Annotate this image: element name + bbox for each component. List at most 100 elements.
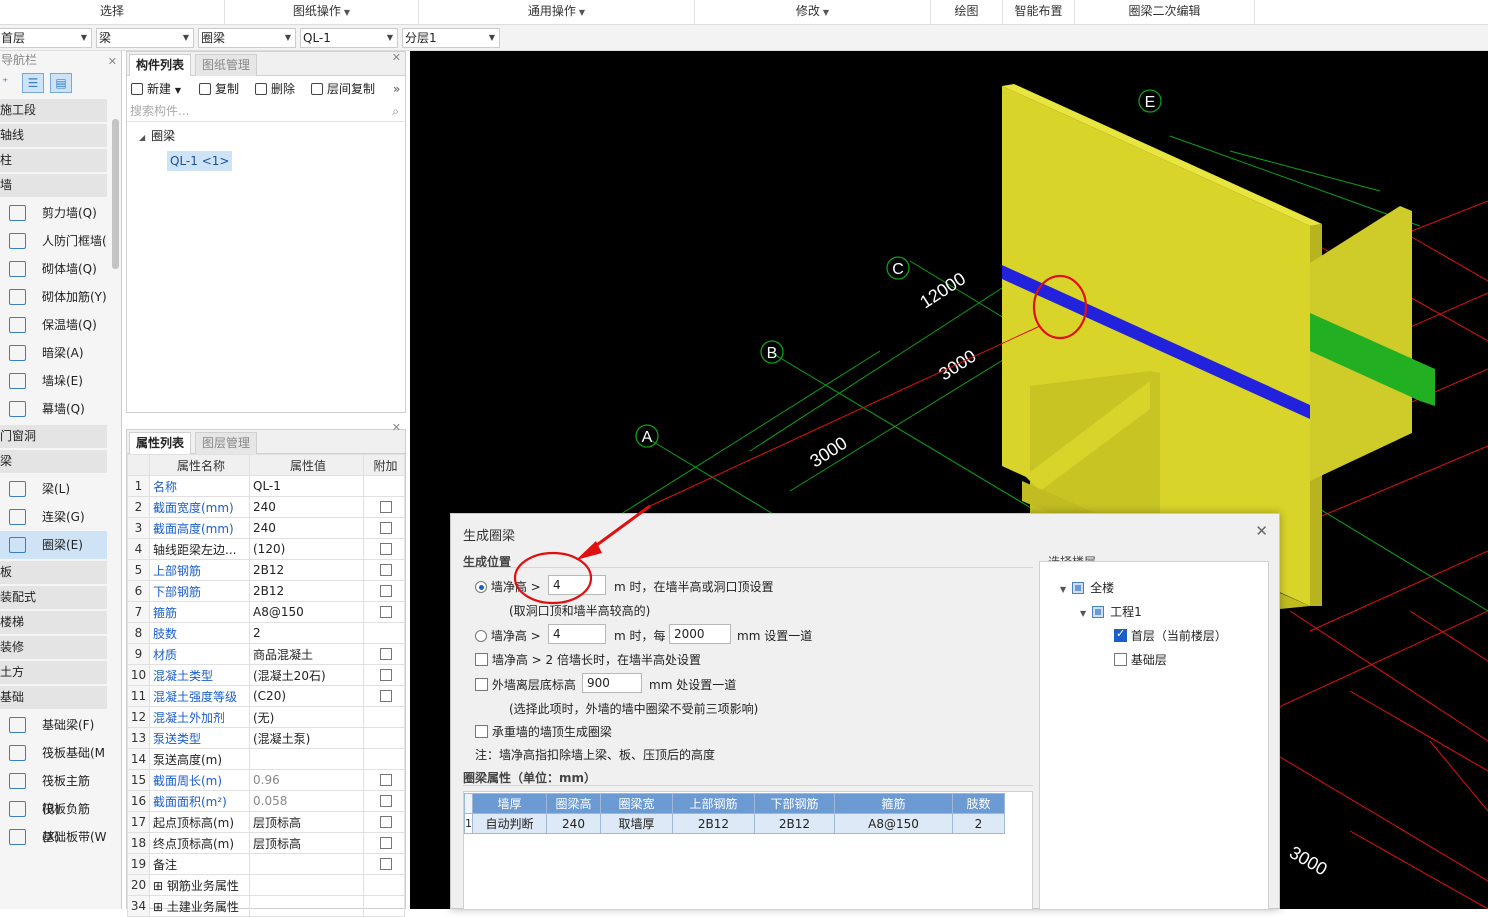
nav-item[interactable]: 基础梁(F)	[0, 711, 107, 739]
property-value[interactable]: A8@150	[249, 601, 364, 623]
nav-item[interactable]: 筏板主筋(R)	[0, 767, 107, 816]
extra-checkbox[interactable]	[379, 774, 392, 786]
beam-table-cell[interactable]: 2	[952, 813, 1005, 834]
layer-select[interactable]: 分层1 ▼	[402, 28, 500, 48]
extra-checkbox[interactable]	[379, 606, 392, 618]
nav-item[interactable]: 基础板带(W	[0, 823, 107, 851]
property-row[interactable]: 14 泵送高度(m)	[127, 748, 405, 770]
floor-tree-project[interactable]: ▼ 工程1	[1080, 603, 1142, 620]
floor-tree-first[interactable]: 首层（当前楼层）	[1114, 627, 1227, 644]
tree-root-beam[interactable]: ◢ 圈梁	[139, 127, 175, 144]
nav-category[interactable]: 装修	[0, 636, 107, 659]
property-row[interactable]: 20 ⊞ 钢筋业务属性	[127, 874, 405, 896]
property-row[interactable]: 1 名称 QL-1	[127, 475, 405, 497]
property-value[interactable]: (120)	[249, 538, 364, 560]
property-row[interactable]: 6 下部钢筋 2B12	[127, 580, 405, 602]
nav-item[interactable]: 暗梁(A)	[0, 339, 107, 367]
close-icon[interactable]: ✕	[108, 53, 117, 71]
property-row[interactable]: 2 截面宽度(mm) 240	[127, 496, 405, 518]
expand-plus-icon[interactable]: ⊞	[153, 879, 167, 893]
property-value[interactable]: 商品混凝土	[249, 643, 364, 665]
property-row[interactable]: 13 泵送类型 (混凝土泵)	[127, 727, 405, 749]
ribbon-drawing-ops[interactable]: 图纸操作 ▼	[225, 0, 419, 25]
nav-item[interactable]: 幕墙(Q)	[0, 395, 107, 423]
property-row[interactable]: 34 ⊞ 土建业务属性	[127, 895, 405, 917]
floor-tree-base[interactable]: 基础层	[1114, 651, 1167, 668]
property-row[interactable]: 7 箍筋 A8@150	[127, 601, 405, 623]
extra-checkbox[interactable]	[379, 690, 392, 702]
property-row[interactable]: 15 截面周长(m) 0.96	[127, 769, 405, 791]
extra-checkbox[interactable]	[379, 858, 392, 870]
ribbon-beam-edit[interactable]: 圈梁二次编辑	[1075, 0, 1255, 25]
list-view-icon[interactable]: ☰	[22, 73, 44, 93]
close-icon[interactable]: ✕	[1255, 522, 1268, 540]
nav-category[interactable]: 基础	[0, 686, 107, 709]
copy-button[interactable]: 复制	[199, 76, 239, 102]
property-row[interactable]: 11 混凝土强度等级 (C20)	[127, 685, 405, 707]
beam-table-cell[interactable]: 240	[546, 813, 601, 834]
property-value[interactable]: (C20)	[249, 685, 364, 707]
beam-table-cell[interactable]: A8@150	[834, 813, 953, 834]
property-value[interactable]: (混凝土20石)	[249, 664, 364, 686]
property-row[interactable]: 9 材质 商品混凝土	[127, 643, 405, 665]
beam-table-cell[interactable]: 2B12	[672, 813, 755, 834]
property-value[interactable]: QL-1	[249, 475, 364, 497]
property-row[interactable]: 18 终点顶标高(m) 层顶标高	[127, 832, 405, 854]
property-value[interactable]: 240	[249, 517, 364, 539]
nav-scrollbar[interactable]	[112, 119, 119, 269]
property-value[interactable]: 2B12	[249, 559, 364, 581]
ribbon-select[interactable]: 选择	[0, 0, 225, 25]
expand-plus-icon[interactable]: ⊞	[153, 900, 167, 914]
component-select[interactable]: QL-1 ▼	[300, 28, 398, 48]
tab-component-list[interactable]: 构件列表	[129, 54, 192, 76]
nav-category[interactable]: 装配式	[0, 586, 107, 609]
option2-radio[interactable]: 墙净高 >	[475, 627, 541, 644]
property-value[interactable]	[249, 853, 364, 875]
nav-category[interactable]: 楼梯	[0, 611, 107, 634]
property-value[interactable]: 240	[249, 496, 364, 518]
nav-item[interactable]: 梁(L)	[0, 475, 107, 503]
nav-item[interactable]: 剪力墙(Q)	[0, 199, 107, 227]
nav-item[interactable]: 砌体加筋(Y)	[0, 283, 107, 311]
property-value[interactable]: (无)	[249, 706, 364, 728]
ribbon-modify[interactable]: 修改 ▼	[695, 0, 931, 25]
nav-category[interactable]: 柱	[0, 149, 107, 172]
nav-category[interactable]: 梁	[0, 450, 107, 473]
property-value[interactable]: 0.96	[249, 769, 364, 791]
beam-table-cell[interactable]: 取墙厚	[600, 813, 673, 834]
extra-checkbox[interactable]	[379, 501, 392, 513]
property-row[interactable]: 4 轴线距梁左边... (120)	[127, 538, 405, 560]
property-value[interactable]	[249, 874, 364, 896]
nav-item[interactable]: 筏板基础(M	[0, 739, 107, 767]
close-icon[interactable]: ✕	[392, 51, 401, 64]
nav-item[interactable]: 砌体墙(Q)	[0, 255, 107, 283]
extra-checkbox[interactable]	[379, 543, 392, 555]
nav-category[interactable]: 轴线	[0, 124, 107, 147]
property-row[interactable]: 5 上部钢筋 2B12	[127, 559, 405, 581]
option2-spacing-input[interactable]: 2000	[669, 624, 731, 644]
property-row[interactable]: 10 混凝土类型 (混凝土20石)	[127, 664, 405, 686]
close-icon[interactable]: ✕	[392, 421, 401, 434]
ribbon-general-ops[interactable]: 通用操作 ▼	[419, 0, 695, 25]
floor-copy-button[interactable]: 层间复制	[311, 76, 375, 102]
extra-checkbox[interactable]	[379, 564, 392, 576]
nav-category[interactable]: 门窗洞	[0, 425, 107, 448]
component-search-input[interactable]: 搜索构件... ⌕	[127, 102, 405, 122]
option1-height-input[interactable]: 4	[548, 575, 606, 595]
extra-checkbox[interactable]	[379, 669, 392, 681]
category-select[interactable]: 梁 ▼	[96, 28, 194, 48]
floor-tree-all[interactable]: ▼ 全楼	[1060, 579, 1114, 596]
new-button[interactable]: 新建 ▼	[131, 76, 181, 104]
outer-wall-elevation-input[interactable]: 900	[582, 673, 642, 693]
property-value[interactable]	[249, 748, 364, 770]
ring-beam-table-row[interactable]: 1 自动判断 240 取墙厚 2B12 2B12 A8@150 2	[464, 813, 1005, 834]
delete-button[interactable]: 删除	[255, 76, 295, 102]
extra-checkbox[interactable]	[379, 795, 392, 807]
property-row[interactable]: 19 备注	[127, 853, 405, 875]
property-value[interactable]: 2	[249, 622, 364, 644]
property-value[interactable]: (混凝土泵)	[249, 727, 364, 749]
type-select[interactable]: 圈梁 ▼	[198, 28, 296, 48]
nav-item[interactable]: 圈梁(E)	[0, 531, 107, 559]
checkbox-outer-wall[interactable]: 外墙离层底标高	[475, 676, 576, 693]
extra-checkbox[interactable]	[379, 585, 392, 597]
